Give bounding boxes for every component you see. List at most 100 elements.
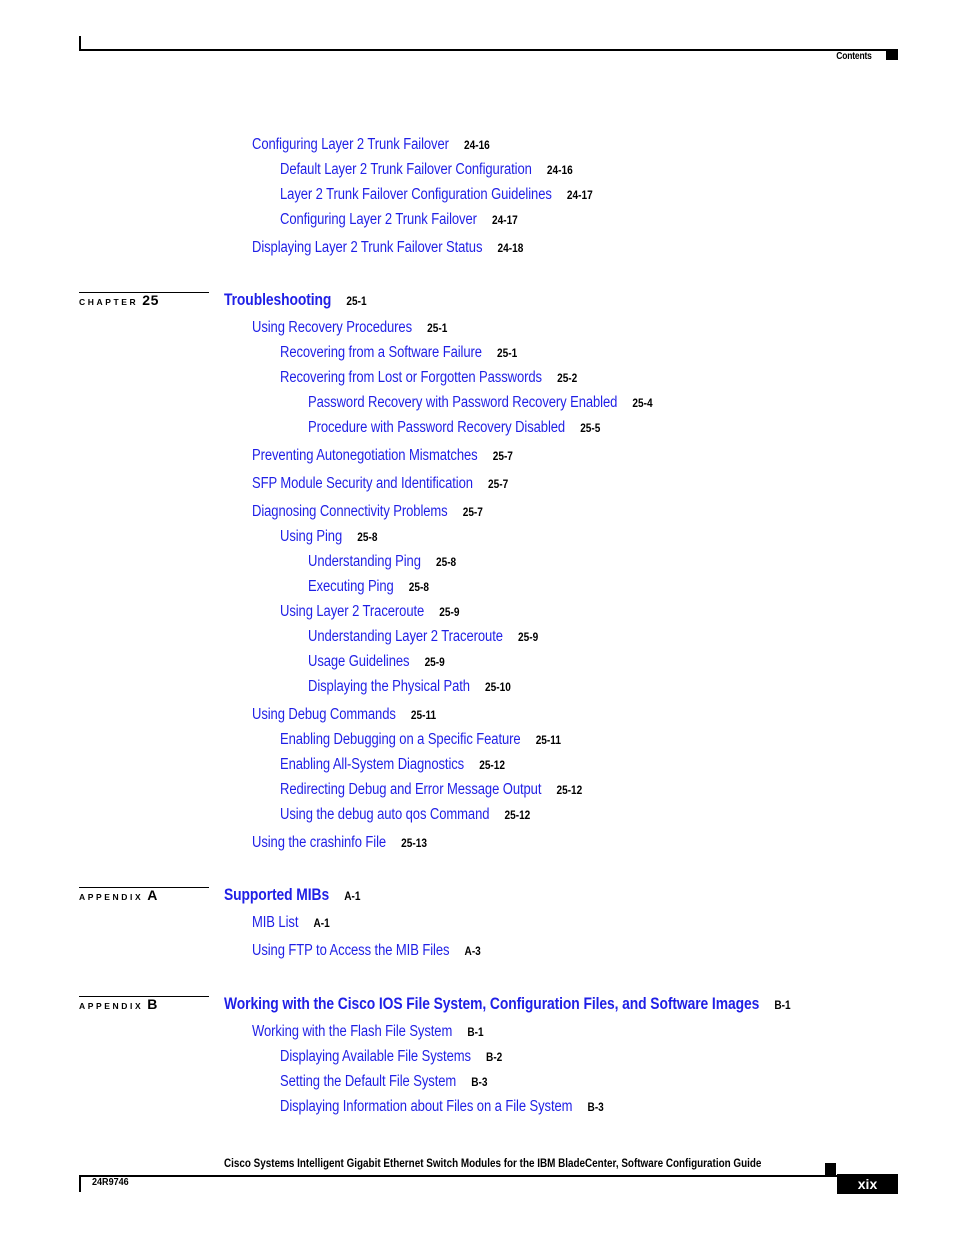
chapter-label: CHAPTER 25 — [79, 292, 159, 310]
footer-page-number: xix — [837, 1174, 898, 1194]
toc-entry-title[interactable]: Using the debug auto qos Command — [280, 806, 489, 823]
toc-entry-title[interactable]: Executing Ping — [308, 578, 394, 595]
chapter-kind: APPENDIX — [79, 1001, 144, 1011]
toc-entry-title[interactable]: Understanding Ping — [308, 553, 421, 570]
toc-entry-title[interactable]: Working with the Flash File System — [252, 1023, 452, 1040]
toc-entry[interactable]: Using Layer 2 Traceroute 25-9 — [280, 603, 459, 621]
toc-entry[interactable]: Using Recovery Procedures 25-1 — [252, 319, 447, 337]
toc-entry-page: 25-9 — [424, 655, 445, 669]
toc-entry-title[interactable]: Using the crashinfo File — [252, 834, 386, 851]
toc-entry-title[interactable]: Displaying Information about Files on a … — [280, 1098, 573, 1115]
chapter-title-entry[interactable]: Supported MIBs A-1 — [224, 886, 360, 905]
toc-entry-title[interactable]: Redirecting Debug and Error Message Outp… — [280, 781, 541, 798]
toc-entry-title[interactable]: MIB List — [252, 914, 298, 931]
toc-entry-title[interactable]: Configuring Layer 2 Trunk Failover — [252, 136, 449, 153]
toc-entry[interactable]: Procedure with Password Recovery Disable… — [308, 419, 600, 437]
toc-entry[interactable]: Executing Ping 25-8 — [308, 578, 429, 596]
toc-entry[interactable]: Usage Guidelines 25-9 — [308, 653, 445, 671]
toc-entry[interactable]: Understanding Layer 2 Traceroute 25-9 — [308, 628, 538, 646]
toc-entry-title[interactable]: Preventing Autonegotiation Mismatches — [252, 447, 478, 464]
toc-entry[interactable]: SFP Module Security and Identification 25… — [252, 475, 508, 493]
toc-entry-title[interactable]: Password Recovery with Password Recovery… — [308, 394, 617, 411]
toc-entry-title[interactable]: Enabling Debugging on a Specific Feature — [280, 731, 521, 748]
toc-entry[interactable]: Using Debug Commands 25-11 — [252, 706, 436, 724]
chapter-number: 25 — [142, 292, 159, 308]
toc-entry-title[interactable]: Working with the Cisco IOS File System, … — [224, 995, 759, 1013]
toc-entry-page: 25-4 — [632, 396, 653, 410]
toc-entry[interactable]: Displaying Information about Files on a … — [280, 1098, 604, 1116]
toc-entry[interactable]: Configuring Layer 2 Trunk Failover 24-16 — [252, 136, 490, 154]
toc-entry-title[interactable]: Using Debug Commands — [252, 706, 396, 723]
toc-entry-title[interactable]: Recovering from a Software Failure — [280, 344, 482, 361]
toc-entry-title[interactable]: Default Layer 2 Trunk Failover Configura… — [280, 161, 532, 178]
chapter-number: B — [147, 996, 158, 1012]
toc-entry[interactable]: Layer 2 Trunk Failover Configuration Gui… — [280, 186, 593, 204]
chapter-kind: CHAPTER — [79, 297, 139, 307]
toc-entry[interactable]: Password Recovery with Password Recovery… — [308, 394, 653, 412]
toc-entry-page: 24-18 — [497, 241, 524, 255]
toc-entry-title[interactable]: Displaying Layer 2 Trunk Failover Status — [252, 239, 482, 256]
toc-entry[interactable]: Displaying Layer 2 Trunk Failover Status… — [252, 239, 523, 257]
toc-entry-page: 25-12 — [504, 808, 531, 822]
toc-entry-page: 25-11 — [535, 733, 561, 747]
toc-entry[interactable]: Recovering from Lost or Forgotten Passwo… — [280, 369, 577, 387]
toc-entry[interactable]: Preventing Autonegotiation Mismatches 25-… — [252, 447, 513, 465]
toc-entry-title[interactable]: Layer 2 Trunk Failover Configuration Gui… — [280, 186, 552, 203]
toc-entry-page: B-3 — [471, 1075, 488, 1089]
toc-entry[interactable]: Understanding Ping 25-8 — [308, 553, 456, 571]
toc-entry-title[interactable]: Recovering from Lost or Forgotten Passwo… — [280, 369, 542, 386]
toc-entry-title[interactable]: Using FTP to Access the MIB Files — [252, 942, 450, 959]
toc-entry-page: B-3 — [587, 1100, 604, 1114]
toc-entry-title[interactable]: Troubleshooting — [224, 291, 331, 309]
header-margin-mark — [79, 36, 81, 50]
toc-entry-title[interactable]: Displaying the Physical Path — [308, 678, 470, 695]
toc-entry-title[interactable]: Configuring Layer 2 Trunk Failover — [280, 211, 477, 228]
toc-entry-page: 25-5 — [580, 421, 601, 435]
toc-entry-page: 25-8 — [435, 555, 457, 569]
toc-entry-page: A-3 — [464, 944, 481, 958]
toc-entry-title[interactable]: Usage Guidelines — [308, 653, 410, 670]
toc-entry[interactable]: Enabling All-System Diagnostics 25-12 — [280, 756, 505, 774]
footer-doc-number: 24R9746 — [92, 1176, 129, 1188]
appendix-label: APPENDIX A — [79, 887, 158, 905]
toc-entry-page: 25-10 — [485, 680, 511, 694]
toc-entry[interactable]: MIB List A-1 — [252, 914, 330, 932]
toc-entry-title[interactable]: Procedure with Password Recovery Disable… — [308, 419, 565, 436]
chapter-title-entry[interactable]: Working with the Cisco IOS File System, … — [224, 995, 791, 1014]
toc-entry-title[interactable]: Diagnosing Connectivity Problems — [252, 503, 448, 520]
toc-entry[interactable]: Using the crashinfo File 25-13 — [252, 834, 427, 852]
toc-entry-page: B-1 — [774, 998, 791, 1012]
toc-entry-page: 25-1 — [497, 346, 518, 360]
toc-entry[interactable]: Using the debug auto qos Command 25-12 — [280, 806, 530, 824]
toc-entry-page: 25-7 — [462, 505, 483, 519]
toc-entry[interactable]: Enabling Debugging on a Specific Feature… — [280, 731, 561, 749]
toc-entry-title[interactable]: Using Layer 2 Traceroute — [280, 603, 424, 620]
header-rule — [79, 49, 898, 51]
toc-entry-title[interactable]: Understanding Layer 2 Traceroute — [308, 628, 503, 645]
toc-entry-title[interactable]: Using Recovery Procedures — [252, 319, 412, 336]
toc-entry[interactable]: Redirecting Debug and Error Message Outp… — [280, 781, 582, 799]
footer-margin-mark — [79, 1175, 81, 1192]
footer-tab-block — [825, 1163, 836, 1175]
toc-entry-page: 25-8 — [357, 530, 378, 544]
toc-entry[interactable]: Working with the Flash File System B-1 — [252, 1023, 484, 1041]
toc-entry[interactable]: Displaying the Physical Path 25-10 — [308, 678, 511, 696]
toc-entry[interactable]: Using Ping 25-8 — [280, 528, 377, 546]
toc-entry[interactable]: Using FTP to Access the MIB Files A-3 — [252, 942, 481, 960]
footer-book-title: Cisco Systems Intelligent Gigabit Ethern… — [224, 1158, 762, 1170]
toc-entry-title[interactable]: Supported MIBs — [224, 886, 329, 904]
toc-entry[interactable]: Displaying Available File Systems B-2 — [280, 1048, 502, 1066]
toc-entry-title[interactable]: SFP Module Security and Identification — [252, 475, 473, 492]
toc-entry[interactable]: Default Layer 2 Trunk Failover Configura… — [280, 161, 573, 179]
toc-entry-page: 25-1 — [346, 294, 367, 308]
chapter-title-entry[interactable]: Troubleshooting 25-1 — [224, 291, 367, 310]
toc-entry[interactable]: Recovering from a Software Failure 25-1 — [280, 344, 517, 362]
toc-entry-title[interactable]: Displaying Available File Systems — [280, 1048, 471, 1065]
toc-entry-title[interactable]: Using Ping — [280, 528, 342, 545]
toc-entry[interactable]: Configuring Layer 2 Trunk Failover 24-17 — [280, 211, 518, 229]
toc-entry-page: 25-7 — [492, 449, 513, 463]
toc-entry-title[interactable]: Setting the Default File System — [280, 1073, 456, 1090]
toc-entry-title[interactable]: Enabling All-System Diagnostics — [280, 756, 464, 773]
toc-entry[interactable]: Setting the Default File System B-3 — [280, 1073, 488, 1091]
toc-entry[interactable]: Diagnosing Connectivity Problems 25-7 — [252, 503, 483, 521]
